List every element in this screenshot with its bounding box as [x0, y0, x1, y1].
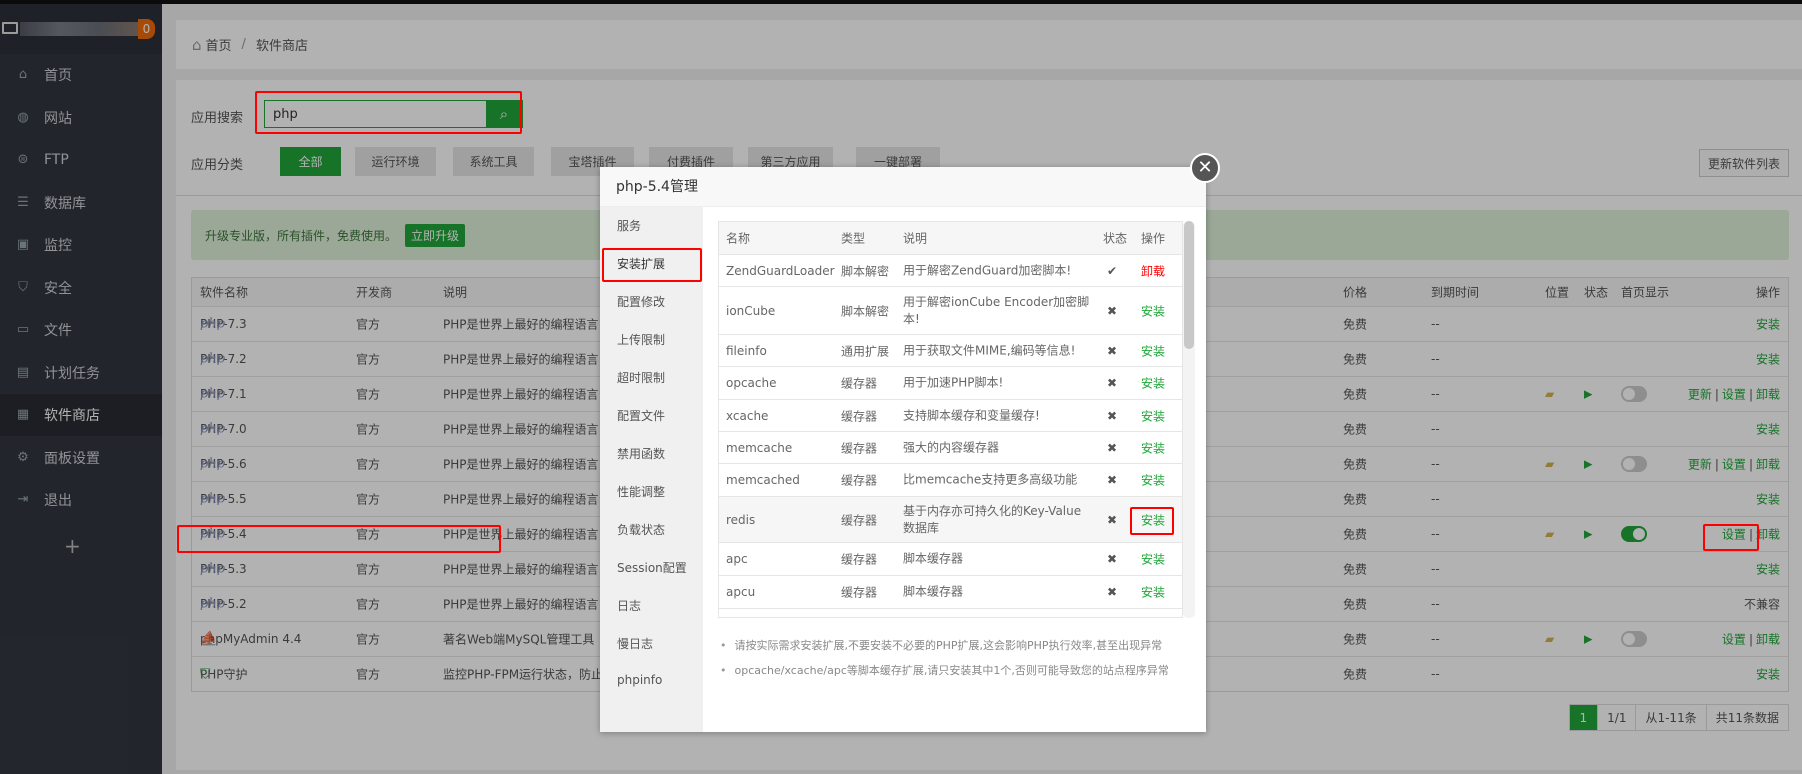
extension-type: 缓存器: [841, 552, 878, 567]
install-link[interactable]: 安装: [1141, 472, 1165, 489]
extension-type: 缓存器: [841, 513, 878, 527]
extension-row: ionCube 脚本解密 用于解密ionCube Encoder加密脚本! ✖ 安装: [719, 286, 1182, 334]
note-item: 请按实际需求安装扩展,不要安装不必要的PHP扩展,这会影响PHP执行效率,甚至出…: [720, 637, 1169, 653]
cross-icon: ✖: [1107, 440, 1118, 455]
dialog-nav-item[interactable]: 性能调整: [617, 483, 665, 500]
install-link[interactable]: 安装: [1141, 375, 1165, 392]
extension-type: 脚本解密: [841, 304, 890, 318]
extension-name: fileinfo: [726, 343, 767, 358]
extension-desc: 脚本缓存器: [903, 584, 964, 599]
highlight-search: [255, 91, 522, 134]
column-header: 说明: [903, 231, 928, 246]
dialog-nav-item[interactable]: 日志: [617, 597, 641, 614]
highlight-php54-row: [177, 525, 501, 553]
extension-name: ionCube: [726, 303, 776, 318]
dialog-nav-item[interactable]: 慢日志: [617, 635, 653, 652]
close-button[interactable]: ✕: [1190, 153, 1220, 183]
cross-icon: ✖: [1107, 473, 1118, 487]
extension-type: 缓存器: [841, 473, 878, 488]
cross-icon: ✖: [1107, 343, 1118, 358]
extension-row: ZendGuardLoader 脚本解密 用于解密ZendGuard加密脚本! ✔ 卸载: [719, 254, 1182, 286]
dialog-nav-item[interactable]: 上传限制: [617, 331, 665, 348]
extension-name: memcache: [726, 440, 793, 455]
highlight-settings-link: [1703, 524, 1759, 551]
extension-desc: 基于内存亦可持久化的Key-Value数据库: [903, 503, 1082, 535]
extension-row: memcache 缓存器 强大的内容缓存器 ✖ 安装: [719, 431, 1182, 463]
extension-name: apc: [726, 552, 748, 566]
dialog-nav-item[interactable]: 超时限制: [617, 369, 665, 386]
extension-table: 名称 类型 说明 状态 操作 ZendGuardLoader 脚本解密 用于解密ZendGua…: [718, 221, 1183, 618]
extension-header: 名称 类型 说明 状态 操作: [719, 222, 1182, 254]
extension-row: apc 缓存器 脚本缓存器 ✖ 安装: [719, 542, 1182, 575]
extension-name: apcu: [726, 585, 756, 599]
dialog-nav-item[interactable]: 服务: [617, 217, 641, 234]
cross-icon: ✖: [1107, 376, 1118, 390]
column-header: 名称: [726, 231, 751, 246]
scrollbar-thumb[interactable]: [1184, 221, 1194, 349]
check-icon: ✔: [1107, 263, 1118, 278]
extension-name: redis: [726, 512, 756, 527]
dialog-nav-item[interactable]: Session配置: [617, 559, 687, 576]
extension-row: redis 缓存器 基于内存亦可持久化的Key-Value数据库 ✖ 安装: [719, 496, 1182, 542]
extension-row: memcached 缓存器 比memcache支持更多高级功能 ✖ 安装: [719, 463, 1182, 496]
extension-desc: 比memcache支持更多高级功能: [903, 472, 1078, 487]
extension-type: 缓存器: [841, 441, 878, 455]
extension-name: opcache: [726, 376, 777, 390]
install-link[interactable]: 安装: [1141, 407, 1165, 424]
highlight-redis-install: [1130, 507, 1174, 535]
cross-icon: ✖: [1107, 585, 1118, 599]
extension-desc: 支持脚本缓存和变量缓存!: [903, 408, 1040, 422]
extension-desc: 用于加速PHP脚本!: [903, 375, 1004, 390]
dialog-title: php-5.4管理: [600, 167, 1206, 207]
extension-desc: 脚本缓存器: [903, 551, 964, 566]
extension-desc: 用于解密ZendGuard加密脚本!: [903, 263, 1072, 277]
install-link[interactable]: 安装: [1141, 551, 1165, 568]
extension-type: 脚本解密: [841, 264, 890, 278]
extension-type: 缓存器: [841, 409, 878, 423]
install-link[interactable]: 安装: [1141, 584, 1165, 601]
extension-row: apcu 缓存器 脚本缓存器 ✖ 安装: [719, 575, 1182, 608]
extension-row: fileinfo 通用扩展 用于获取文件MIME,编码等信息! ✖ 安装: [719, 334, 1182, 366]
extension-row: opcache 缓存器 用于加速PHP脚本! ✖ 安装: [719, 366, 1182, 399]
install-link[interactable]: 安装: [1141, 439, 1165, 456]
cross-icon: ✖: [1107, 552, 1118, 566]
extension-name: memcached: [726, 473, 800, 487]
cross-icon: ✖: [1107, 303, 1118, 318]
notes: 请按实际需求安装扩展,不要安装不必要的PHP扩展,这会影响PHP执行效率,甚至出…: [720, 637, 1169, 687]
close-icon: ✕: [1197, 157, 1213, 178]
install-link[interactable]: 安装: [1141, 342, 1165, 359]
dialog-nav-item[interactable]: 配置文件: [617, 407, 665, 424]
php-manage-dialog: php-5.4管理 ✕ 服务 安装扩展 配置修改 上传限制 超时限制 配置文件 禁用函数 性能…: [600, 153, 1220, 732]
extension-desc: 用于解密ionCube Encoder加密脚本!: [903, 294, 1090, 326]
extension-desc: 强大的内容缓存器: [903, 440, 1000, 454]
dialog-nav: 服务 安装扩展 配置修改 上传限制 超时限制 配置文件 禁用函数 性能调整 负载状态 Sessio…: [600, 207, 703, 732]
extension-name: xcache: [726, 408, 769, 423]
column-header: 类型: [841, 231, 866, 246]
highlight-install-ext-tab: [602, 248, 702, 282]
extension-row-partial: [719, 608, 1182, 617]
extension-type: 缓存器: [841, 585, 878, 600]
note-item: opcache/xcache/apc等脚本缓存扩展,请只安装其中1个,否则可能导…: [720, 662, 1169, 678]
scrollbar[interactable]: [1183, 221, 1195, 618]
install-link[interactable]: 安装: [1141, 302, 1165, 319]
extension-name: ZendGuardLoader: [726, 263, 835, 278]
dialog-nav-item[interactable]: 禁用函数: [617, 445, 665, 462]
extension-row: xcache 缓存器 支持脚本缓存和变量缓存! ✖ 安装: [719, 399, 1182, 431]
column-header: 状态: [1103, 231, 1128, 246]
extension-type: 通用扩展: [841, 344, 890, 358]
dialog-nav-item[interactable]: 配置修改: [617, 293, 665, 310]
dialog-nav-item[interactable]: phpinfo: [617, 673, 662, 687]
cross-icon: ✖: [1107, 512, 1118, 527]
dialog-nav-item[interactable]: 负载状态: [617, 521, 665, 538]
extension-type: 缓存器: [841, 376, 878, 391]
cross-icon: ✖: [1107, 408, 1118, 423]
column-header: 操作: [1141, 231, 1166, 246]
extension-desc: 用于获取文件MIME,编码等信息!: [903, 343, 1076, 357]
uninstall-link[interactable]: 卸载: [1141, 262, 1165, 279]
